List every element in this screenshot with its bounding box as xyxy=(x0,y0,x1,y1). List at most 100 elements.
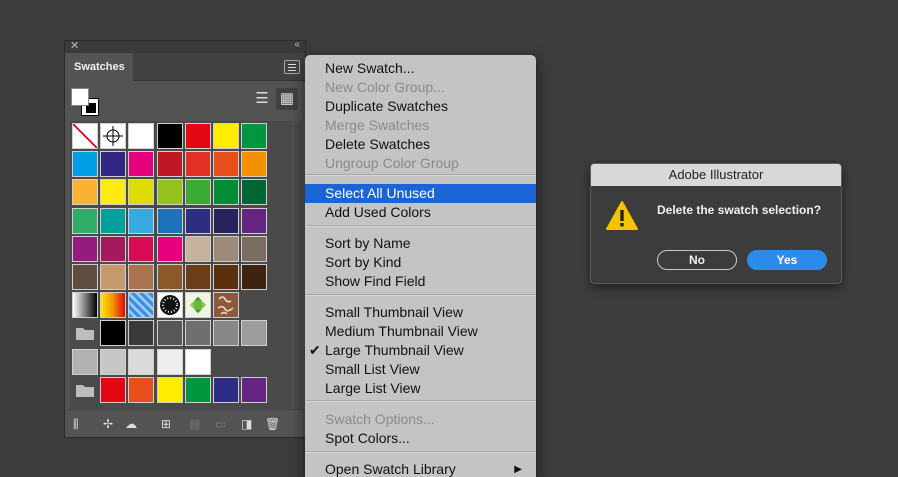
cloud-libraries-icon[interactable]: ☁ xyxy=(125,417,137,431)
menu-item-large-thumbnail-view[interactable]: ✔ Large Thumbnail View xyxy=(305,341,536,360)
gradient-swatch[interactable] xyxy=(72,292,98,319)
swatch[interactable] xyxy=(184,320,211,347)
panel-menu-button[interactable] xyxy=(284,60,300,74)
pattern-swatch[interactable] xyxy=(184,292,211,319)
swatch[interactable] xyxy=(156,376,183,403)
swatch-scrollbar[interactable] xyxy=(294,121,302,409)
close-icon[interactable]: ✕ xyxy=(70,39,79,52)
swatch[interactable] xyxy=(241,376,268,403)
swatch[interactable] xyxy=(241,235,268,262)
menu-item-medium-thumbnail-view[interactable]: Medium Thumbnail View xyxy=(305,322,536,341)
menu-item-spot-colors[interactable]: Spot Colors... xyxy=(305,429,536,448)
list-view-button[interactable]: ☰ xyxy=(251,88,273,110)
swatch[interactable] xyxy=(241,123,268,149)
menu-item-swatch-options[interactable]: Swatch Options... xyxy=(305,410,536,429)
menu-item-duplicate-swatches[interactable]: Duplicate Swatches xyxy=(305,97,536,116)
swatch[interactable] xyxy=(241,151,268,178)
pattern-swatch[interactable] xyxy=(156,292,183,319)
gradient-swatch[interactable] xyxy=(128,292,155,319)
swatch[interactable] xyxy=(241,320,268,347)
swatch[interactable] xyxy=(128,376,155,403)
registration-swatch[interactable] xyxy=(100,123,127,149)
swatch[interactable] xyxy=(72,235,98,262)
swatch[interactable] xyxy=(72,151,98,178)
swatch[interactable] xyxy=(241,179,268,206)
none-swatch[interactable] xyxy=(72,123,98,149)
swatch[interactable] xyxy=(128,179,155,206)
swatch[interactable] xyxy=(156,320,183,347)
swatch[interactable] xyxy=(100,376,127,403)
swatch[interactable] xyxy=(184,123,211,149)
swatch[interactable] xyxy=(72,179,98,206)
swatch[interactable] xyxy=(128,320,155,347)
menu-item-add-used-colors[interactable]: Add Used Colors xyxy=(305,203,536,222)
menu-item-ungroup-color-group[interactable]: Ungroup Color Group xyxy=(305,154,536,173)
swatch[interactable] xyxy=(72,264,98,290)
swatch[interactable] xyxy=(72,207,98,234)
swatch[interactable] xyxy=(100,235,127,262)
swatch[interactable] xyxy=(128,348,155,375)
swatch[interactable] xyxy=(241,264,268,290)
swatch[interactable] xyxy=(100,151,127,178)
swatch-options-icon[interactable]: ▤ xyxy=(189,417,200,431)
swatch[interactable] xyxy=(100,179,127,206)
color-group-folder-icon[interactable] xyxy=(72,377,98,403)
thumbnail-view-button[interactable]: ▦ xyxy=(276,88,298,110)
swatch[interactable] xyxy=(213,207,239,234)
menu-item-delete-swatches[interactable]: Delete Swatches xyxy=(305,135,536,154)
swatch[interactable] xyxy=(156,207,183,234)
menu-item-sort-by-name[interactable]: Sort by Name xyxy=(305,234,536,253)
menu-item-merge-swatches[interactable]: Merge Swatches xyxy=(305,116,536,135)
swatch[interactable] xyxy=(128,151,155,178)
swatch[interactable] xyxy=(156,264,183,290)
swatch[interactable] xyxy=(128,207,155,234)
gradient-swatch[interactable] xyxy=(100,292,127,319)
pattern-swatch[interactable] xyxy=(213,292,239,319)
menu-item-show-find-field[interactable]: Show Find Field xyxy=(305,272,536,291)
panel-title-bar[interactable]: ✕ ‹‹ xyxy=(65,39,305,53)
swatch[interactable] xyxy=(213,123,239,149)
swatch[interactable] xyxy=(184,179,211,206)
show-kinds-icon[interactable]: ⊞ xyxy=(161,417,171,431)
menu-item-open-swatch-library[interactable]: Open Swatch Library ▶ xyxy=(305,460,536,477)
swatch[interactable] xyxy=(72,348,98,375)
swatch[interactable] xyxy=(156,348,183,375)
swatch[interactable] xyxy=(156,123,183,149)
color-group-folder-icon[interactable] xyxy=(72,320,98,346)
swatch[interactable] xyxy=(156,179,183,206)
swatch[interactable] xyxy=(213,264,239,290)
yes-button[interactable]: Yes xyxy=(747,250,827,270)
delete-swatch-icon[interactable]: 🗑 xyxy=(265,417,280,431)
swatch[interactable] xyxy=(128,123,155,149)
swatch[interactable] xyxy=(184,207,211,234)
swatch[interactable] xyxy=(184,264,211,290)
swatch[interactable] xyxy=(241,207,268,234)
swatch[interactable] xyxy=(100,264,127,290)
menu-item-new-color-group[interactable]: New Color Group... xyxy=(305,78,536,97)
swatch[interactable] xyxy=(100,348,127,375)
swatch[interactable] xyxy=(128,235,155,262)
swatch[interactable] xyxy=(213,376,239,403)
menu-item-select-all-unused[interactable]: Select All Unused xyxy=(305,184,536,203)
swatch[interactable] xyxy=(184,235,211,262)
fill-stroke-indicator[interactable] xyxy=(71,88,101,118)
color-themes-icon[interactable]: ✢ xyxy=(103,417,113,431)
swatch[interactable] xyxy=(100,320,127,347)
swatch[interactable] xyxy=(184,348,211,375)
swatch[interactable] xyxy=(184,376,211,403)
no-button[interactable]: No xyxy=(657,250,737,270)
swatch[interactable] xyxy=(128,264,155,290)
tab-swatches[interactable]: Swatches xyxy=(65,53,133,81)
new-color-group-icon[interactable]: ▭ xyxy=(215,417,226,431)
menu-item-sort-by-kind[interactable]: Sort by Kind xyxy=(305,253,536,272)
swatch[interactable] xyxy=(213,235,239,262)
menu-item-small-list-view[interactable]: Small List View xyxy=(305,360,536,379)
swatch[interactable] xyxy=(213,179,239,206)
dialog-title[interactable]: Adobe Illustrator xyxy=(591,164,841,186)
swatch[interactable] xyxy=(156,235,183,262)
swatch[interactable] xyxy=(156,151,183,178)
swatch[interactable] xyxy=(213,151,239,178)
menu-item-large-list-view[interactable]: Large List View xyxy=(305,379,536,398)
menu-item-small-thumbnail-view[interactable]: Small Thumbnail View xyxy=(305,303,536,322)
swatch[interactable] xyxy=(100,207,127,234)
